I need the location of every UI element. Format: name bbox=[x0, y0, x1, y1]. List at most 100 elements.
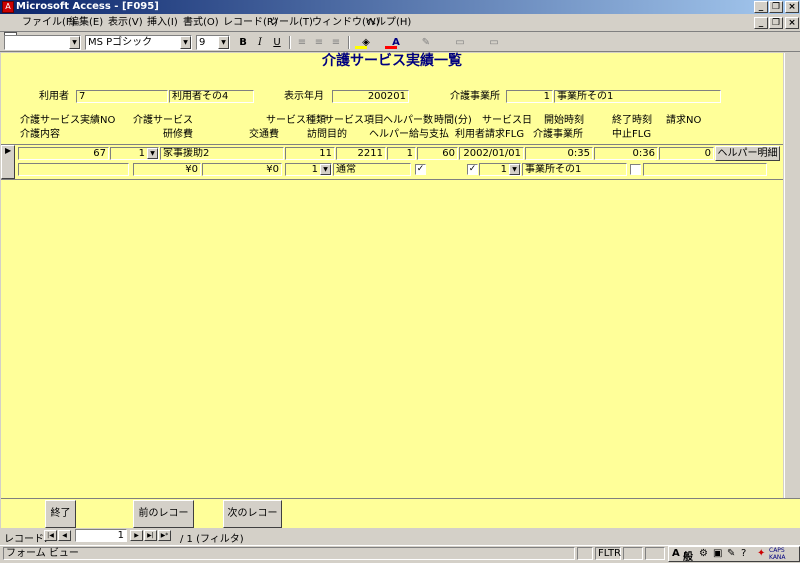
first-record-icon[interactable]: |◀ bbox=[44, 530, 57, 541]
vertical-scrollbar[interactable] bbox=[784, 53, 800, 498]
toolbar-separator bbox=[348, 36, 350, 49]
col-helper-pay: ヘルパー給与支払 bbox=[369, 129, 449, 140]
last-record-icon[interactable]: ▶| bbox=[144, 530, 157, 541]
current-record-icon: ▶ bbox=[5, 146, 12, 155]
helper-detail-button[interactable]: ヘルパー明細 bbox=[715, 146, 780, 161]
next-record-button[interactable]: 次のレコード bbox=[223, 500, 282, 545]
training-fee-field[interactable]: ¥0 bbox=[133, 163, 201, 176]
minutes-field[interactable]: 60 bbox=[417, 147, 458, 160]
start-time-field[interactable]: 0:35 bbox=[525, 147, 593, 160]
ime-pad-icon[interactable]: ▣ bbox=[713, 548, 722, 559]
cancel-checkbox[interactable] bbox=[630, 164, 641, 175]
access-app-icon[interactable]: A bbox=[2, 1, 14, 13]
prev-record-icon[interactable]: ◀ bbox=[58, 530, 71, 541]
end-time-field[interactable]: 0:36 bbox=[594, 147, 658, 160]
chevron-down-icon[interactable]: ▼ bbox=[147, 148, 158, 159]
object-combo[interactable]: ▼ bbox=[4, 35, 81, 50]
user-billing-checkbox[interactable]: ✓ bbox=[467, 164, 478, 175]
form-footer: 終了 前のレコード 次のレコード bbox=[1, 498, 800, 545]
col-minutes: 時間(分) bbox=[434, 115, 472, 126]
care-service-name-field[interactable]: 家事援助2 bbox=[160, 147, 284, 160]
close-icon[interactable]: × bbox=[785, 1, 799, 13]
bold-button[interactable]: B bbox=[235, 35, 251, 50]
service-no-field[interactable]: 67 bbox=[18, 147, 109, 160]
font-color-icon[interactable]: A bbox=[383, 35, 409, 50]
doc-close-icon[interactable]: × bbox=[785, 17, 799, 29]
align-left-icon[interactable]: ≡ bbox=[294, 35, 310, 50]
service-type-field[interactable]: 11 bbox=[285, 147, 335, 160]
menu-edit[interactable]: 編集(E) bbox=[66, 16, 106, 30]
record-selector[interactable]: ▶ bbox=[1, 145, 15, 179]
ime-tool-icon[interactable]: ⚙ bbox=[699, 548, 708, 559]
menu-bar: ファイル(F) 編集(E) 表示(V) 挿入(I) 書式(O) レコード(R) … bbox=[0, 15, 800, 44]
blank-field[interactable] bbox=[643, 163, 767, 176]
status-panel bbox=[577, 547, 593, 560]
ime-input-icon[interactable]: A bbox=[672, 548, 680, 559]
minimize-icon[interactable]: _ bbox=[754, 1, 768, 13]
kana-indicator: KANA bbox=[769, 554, 786, 561]
line-color-icon[interactable]: ✎ bbox=[413, 35, 439, 50]
align-right-icon[interactable]: ≡ bbox=[328, 35, 344, 50]
col-care-service: 介護サービス bbox=[133, 115, 193, 126]
font-size-combo[interactable]: 9 ▼ bbox=[196, 35, 230, 50]
transport-fee-field[interactable]: ¥0 bbox=[202, 163, 282, 176]
menu-format[interactable]: 書式(O) bbox=[180, 16, 222, 30]
user-id-field[interactable]: 7 bbox=[76, 90, 168, 103]
restore-icon[interactable]: ❐ bbox=[769, 1, 783, 13]
billing-no-field[interactable]: 0 bbox=[659, 147, 714, 160]
visit-purpose-select[interactable]: 1 ▼ bbox=[285, 163, 332, 176]
line-width-icon[interactable]: ▭ bbox=[446, 35, 474, 50]
doc-restore-icon[interactable]: ❐ bbox=[769, 17, 783, 29]
close-button[interactable]: 終了 bbox=[45, 500, 76, 528]
next-record-icon[interactable]: ▶ bbox=[130, 530, 143, 541]
record-label: レコード: bbox=[4, 534, 48, 545]
special-effect-icon[interactable]: ▭ bbox=[478, 35, 510, 50]
provider-id-field[interactable]: 1 bbox=[506, 90, 553, 103]
window-title: Microsoft Access - [F095] bbox=[16, 1, 159, 12]
record-total: / 1 (フィルタ) bbox=[180, 534, 244, 545]
menu-view[interactable]: 表示(V) bbox=[105, 16, 146, 30]
ime-convert-icon[interactable]: ✦ bbox=[757, 548, 765, 559]
prev-record-button[interactable]: 前のレコード bbox=[133, 500, 194, 545]
record-navigation-bar: レコード: |◀ ◀ 1 ▶ ▶| ▶* / 1 (フィルタ) bbox=[0, 528, 800, 545]
font-name-value: MS Pゴシック bbox=[88, 37, 153, 48]
record-provider-name-field[interactable]: 事業所その1 bbox=[522, 163, 627, 176]
new-record-icon[interactable]: ▶* bbox=[158, 530, 171, 541]
chevron-down-icon[interactable]: ▼ bbox=[180, 36, 191, 49]
status-bar: フォーム ビュー FLTR A 般 ⚙ ▣ ✎ ? ✦ CAPS KANA bbox=[0, 545, 800, 563]
visit-purpose-name-field[interactable]: 通常 bbox=[333, 163, 411, 176]
menu-help[interactable]: ヘルプ(H) bbox=[363, 16, 414, 30]
care-service-value: 1 bbox=[138, 148, 145, 159]
status-view-text: フォーム ビュー bbox=[3, 547, 575, 560]
font-name-combo[interactable]: MS Pゴシック ▼ bbox=[85, 35, 192, 50]
ime-help-icon[interactable]: ? bbox=[741, 548, 746, 559]
italic-button[interactable]: I bbox=[252, 35, 268, 50]
care-content-field[interactable] bbox=[18, 163, 129, 176]
doc-minimize-icon[interactable]: _ bbox=[754, 17, 768, 29]
helper-count-field[interactable]: 1 bbox=[387, 147, 416, 160]
service-item-field[interactable]: 2211 bbox=[336, 147, 386, 160]
chevron-down-icon[interactable]: ▼ bbox=[218, 36, 229, 49]
chevron-down-icon[interactable]: ▼ bbox=[509, 164, 520, 175]
record-number-input[interactable]: 1 bbox=[75, 529, 127, 542]
col-start-time: 開始時刻 bbox=[544, 115, 584, 126]
care-service-select[interactable]: 1 ▼ bbox=[110, 147, 159, 160]
chevron-down-icon[interactable]: ▼ bbox=[69, 36, 80, 49]
align-center-icon[interactable]: ≡ bbox=[311, 35, 327, 50]
ime-mode-label[interactable]: 般 bbox=[683, 548, 693, 563]
helper-pay-checkbox[interactable]: ✓ bbox=[415, 164, 426, 175]
provider-select[interactable]: 1 ▼ bbox=[479, 163, 521, 176]
col-provider: 介護事業所 bbox=[533, 129, 583, 140]
ime-dictionary-icon[interactable]: ✎ bbox=[727, 548, 735, 559]
fill-color-icon[interactable]: ◈ bbox=[353, 35, 379, 50]
service-date-field[interactable]: 2002/01/01 bbox=[459, 147, 524, 160]
col-cancel-flg: 中止FLG bbox=[612, 129, 652, 140]
chevron-down-icon[interactable]: ▼ bbox=[320, 164, 331, 175]
col-transport-fee: 交通費 bbox=[249, 129, 279, 140]
user-name-field[interactable]: 利用者その4 bbox=[169, 90, 254, 103]
menu-insert[interactable]: 挿入(I) bbox=[144, 16, 181, 30]
display-month-field[interactable]: 200201 bbox=[332, 90, 409, 103]
underline-button[interactable]: U bbox=[269, 35, 285, 50]
provider-name-field[interactable]: 事業所その1 bbox=[554, 90, 721, 103]
status-filter: FLTR bbox=[595, 547, 621, 560]
